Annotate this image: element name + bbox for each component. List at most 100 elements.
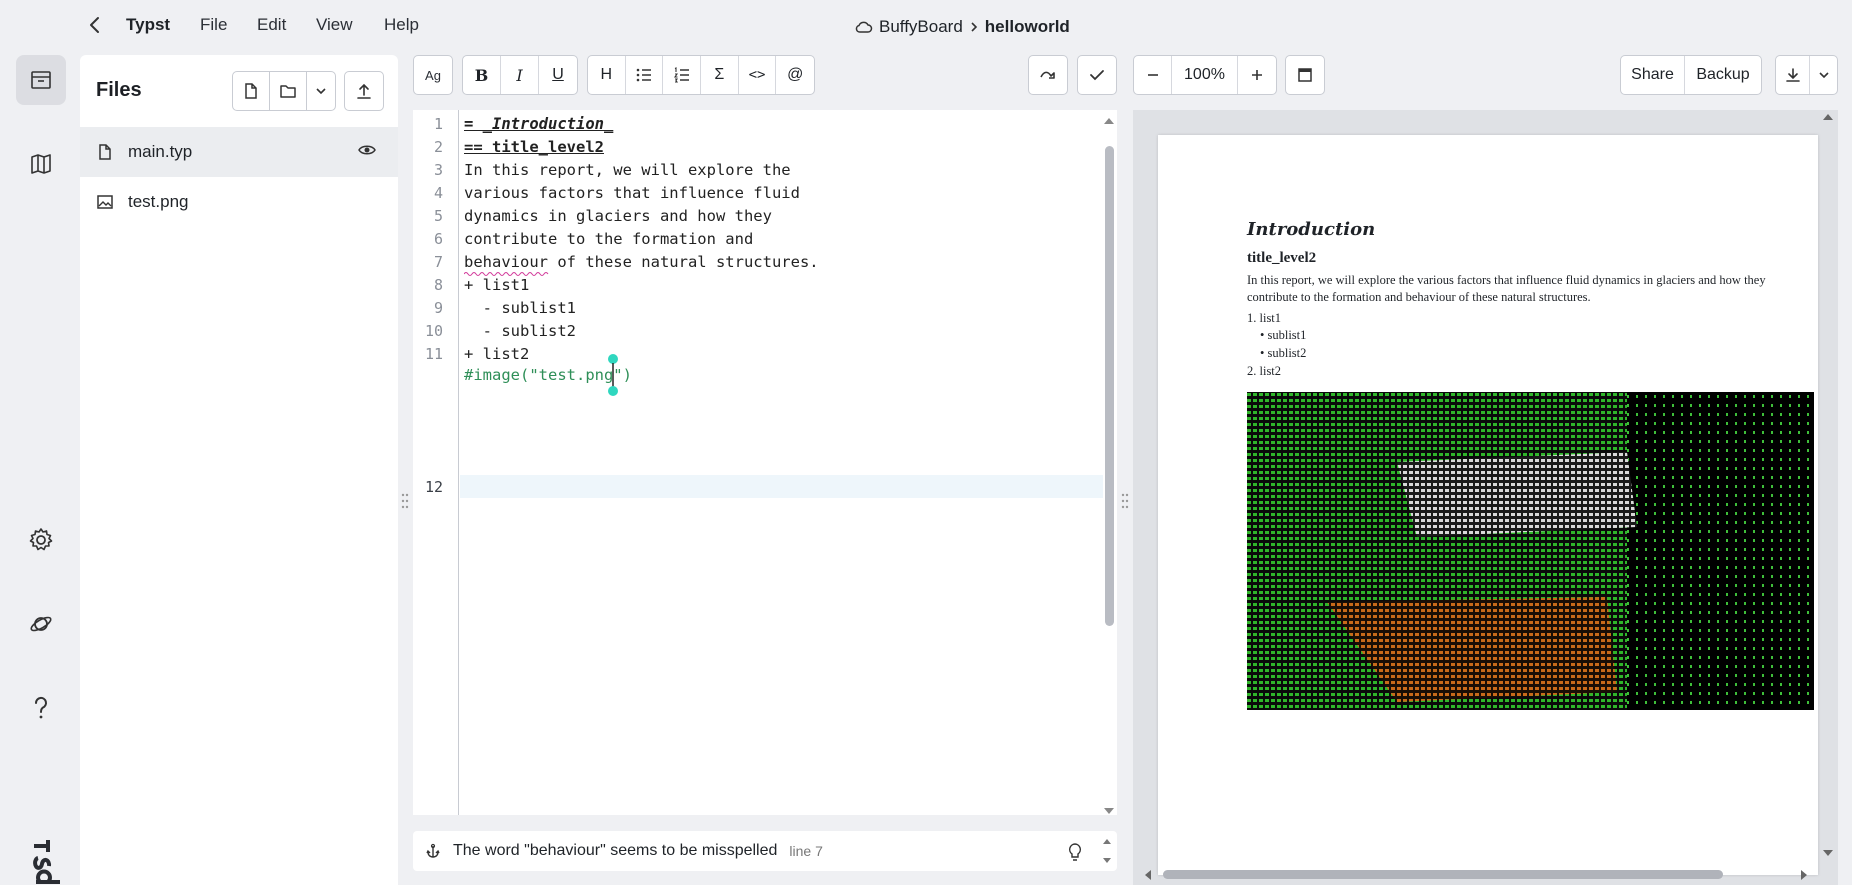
- new-folder-button[interactable]: [269, 71, 307, 111]
- line-number: 11: [424, 345, 443, 363]
- triangle-down-icon[interactable]: [1103, 806, 1115, 816]
- rail-outline-button[interactable]: [16, 139, 66, 189]
- minus-icon: [1147, 74, 1158, 76]
- share-button[interactable]: Share: [1621, 56, 1685, 94]
- scrollbar-thumb[interactable]: [1163, 870, 1723, 879]
- zoom-level[interactable]: 100%: [1172, 56, 1238, 94]
- math-button[interactable]: Σ: [701, 56, 739, 94]
- breadcrumb-project[interactable]: BuffyBoard: [879, 17, 963, 37]
- upload-button[interactable]: [344, 71, 384, 111]
- back-arrow-icon[interactable]: [84, 14, 106, 36]
- file-icon: [99, 144, 111, 160]
- resize-handle-right[interactable]: [1121, 492, 1129, 510]
- insert-group: H Σ <> @: [587, 55, 815, 95]
- new-dropdown-button[interactable]: [306, 71, 336, 111]
- download-button[interactable]: [1776, 56, 1810, 94]
- code-line: - sublist1: [464, 299, 576, 317]
- fullscreen-button[interactable]: [1285, 55, 1325, 95]
- code-button[interactable]: <>: [739, 56, 777, 94]
- backup-button[interactable]: Backup: [1685, 56, 1761, 94]
- resize-handle-left[interactable]: [401, 492, 409, 510]
- numbered-list-button[interactable]: [663, 56, 702, 94]
- triangle-up-icon[interactable]: [1103, 116, 1115, 126]
- code-line: - sublist2: [464, 322, 576, 340]
- typst-logo-icon: [33, 840, 60, 884]
- cloud-icon: [855, 21, 873, 33]
- left-rail: [0, 52, 80, 885]
- triangle-down-icon[interactable]: [1822, 848, 1834, 858]
- line-number: 8: [433, 276, 443, 294]
- underline-button[interactable]: U: [539, 56, 577, 94]
- scrollbar-thumb[interactable]: [1105, 146, 1114, 626]
- italic-button[interactable]: I: [501, 56, 539, 94]
- top-menubar: Typst File Edit View Help BuffyBoard hel…: [0, 0, 1852, 52]
- lightbulb-icon[interactable]: [1067, 842, 1083, 862]
- chevron-down-icon: [316, 88, 326, 95]
- line-number: 5: [433, 207, 443, 225]
- triangle-up-icon[interactable]: [1822, 112, 1834, 122]
- status-stepper-icon[interactable]: [1101, 834, 1113, 868]
- preview-image: [1247, 392, 1814, 710]
- rail-files-button[interactable]: [16, 55, 66, 105]
- triangle-right-icon[interactable]: [1799, 869, 1809, 881]
- share-backup-group: Share Backup: [1620, 55, 1762, 95]
- code-line: = _Introduction_: [464, 115, 614, 133]
- new-file-button[interactable]: [232, 71, 270, 111]
- eye-icon[interactable]: [358, 143, 376, 157]
- line-number: 10: [424, 322, 443, 340]
- check-button[interactable]: [1077, 55, 1117, 95]
- preview-pane[interactable]: Introduction title_level2 In this report…: [1133, 110, 1838, 885]
- mention-button[interactable]: @: [776, 56, 814, 94]
- zoom-group: 100%: [1133, 55, 1277, 95]
- code-editor[interactable]: 1 2 3 4 5 6 7 8 9 10 11 12 = _Introducti…: [413, 110, 1117, 815]
- download-dropdown-button[interactable]: [1810, 56, 1837, 94]
- image-icon: [97, 195, 113, 209]
- line-number: 7: [433, 253, 443, 271]
- preview-page: Introduction title_level2 In this report…: [1158, 135, 1818, 875]
- check-icon: [1090, 70, 1104, 81]
- rail-help-button[interactable]: [16, 683, 66, 733]
- preview-horizontal-scrollbar[interactable]: [1143, 868, 1809, 880]
- line-number: 9: [433, 299, 443, 317]
- zoom-out-button[interactable]: [1134, 56, 1172, 94]
- diagnostic-line[interactable]: line 7: [789, 843, 822, 859]
- rail-settings-button[interactable]: [16, 515, 66, 565]
- heading-button[interactable]: H: [588, 56, 626, 94]
- menu-file[interactable]: File: [200, 15, 227, 35]
- code-line: In this report, we will explore the: [464, 161, 791, 179]
- file-item-test-png[interactable]: test.png: [80, 177, 398, 227]
- redo-button[interactable]: [1028, 55, 1068, 95]
- zoom-in-button[interactable]: [1238, 56, 1276, 94]
- code-line: various factors that influence fluid: [464, 184, 800, 202]
- question-mark-icon: [34, 696, 47, 719]
- file-item-main-typ[interactable]: main.typ: [80, 127, 398, 177]
- preview-sublist-item: • sublist2: [1260, 346, 1307, 360]
- code-line: behaviour of these natural structures.: [464, 253, 819, 271]
- preview-heading-2: title_level2: [1247, 250, 1317, 266]
- editor-vertical-scrollbar[interactable]: [1103, 118, 1115, 814]
- bullet-list-button[interactable]: [626, 56, 664, 94]
- menu-view[interactable]: View: [316, 15, 353, 35]
- planet-icon: [30, 616, 52, 632]
- menu-help[interactable]: Help: [384, 15, 419, 35]
- file-item-label: main.typ: [128, 142, 193, 161]
- bullet-list-icon: [636, 68, 651, 82]
- rail-planet-button[interactable]: [16, 599, 66, 649]
- window-icon: [1298, 68, 1312, 82]
- code-line: + list2: [464, 345, 530, 363]
- bold-button[interactable]: B: [463, 56, 501, 94]
- line-number-gutter: 1 2 3 4 5 6 7 8 9 10 11 12: [413, 110, 459, 815]
- font-button[interactable]: Ag: [413, 55, 453, 95]
- breadcrumb: BuffyBoard helloworld: [855, 17, 1070, 37]
- text-format-group: B I U: [462, 55, 578, 95]
- breadcrumb-file: helloworld: [984, 17, 1070, 36]
- text-cursor-handles[interactable]: [606, 354, 620, 396]
- preview-list-item: 2. list2: [1247, 364, 1282, 378]
- diagnostic-status-bar[interactable]: The word "behaviour" seems to be misspel…: [413, 831, 1117, 871]
- chevron-right-icon: [971, 22, 977, 32]
- triangle-left-icon[interactable]: [1143, 869, 1153, 881]
- plus-icon: [1252, 70, 1262, 80]
- chevron-down-icon: [1818, 72, 1829, 79]
- menu-edit[interactable]: Edit: [257, 15, 286, 35]
- files-title: Files: [96, 79, 142, 101]
